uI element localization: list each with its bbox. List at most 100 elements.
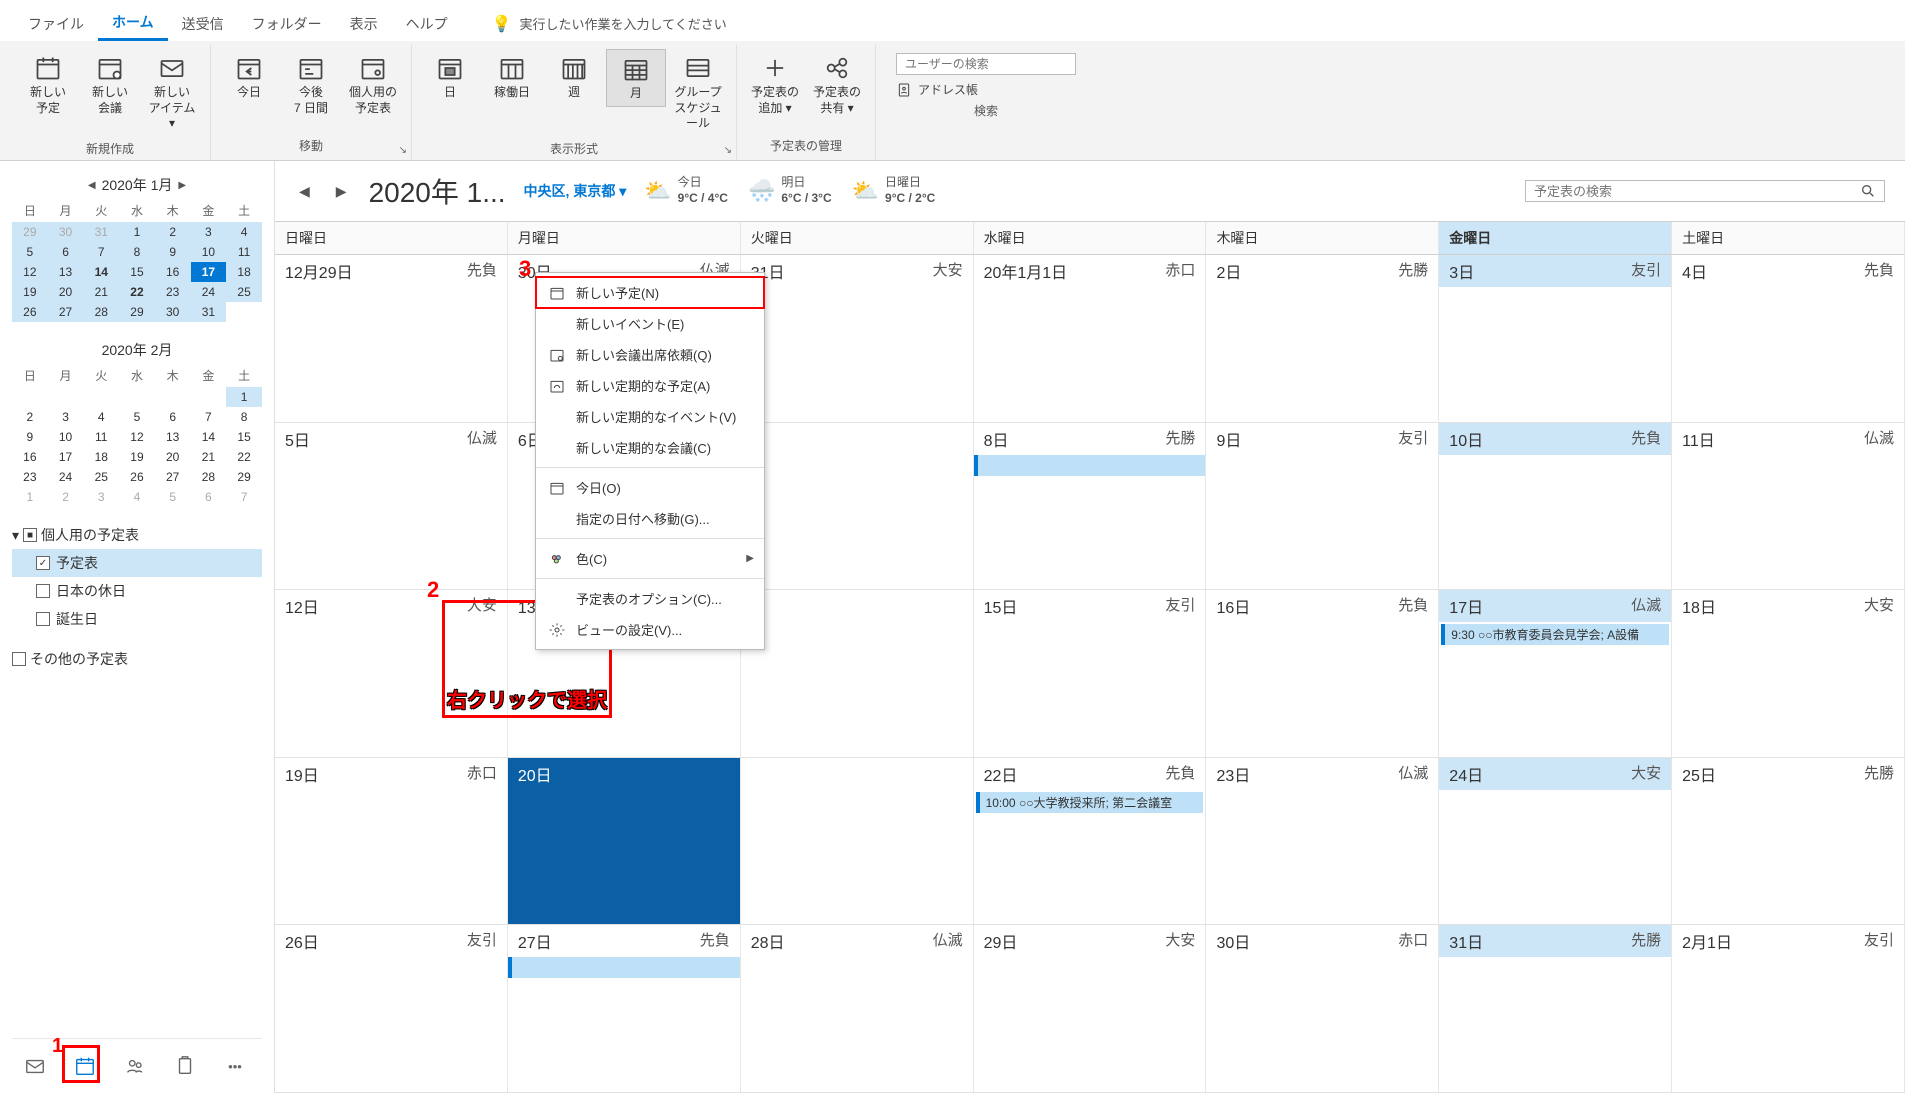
mini-cal-day[interactable]: 24 — [48, 467, 84, 487]
mini-cal-day[interactable]: 17 — [191, 262, 227, 282]
tab-help[interactable]: ヘルプ — [392, 8, 462, 40]
ctx-new-meeting[interactable]: 新しい会議出席依頼(Q) — [536, 339, 764, 370]
ctx-color[interactable]: 色(C)▶ — [536, 543, 764, 574]
mini-cal-day[interactable]: 5 — [155, 487, 191, 507]
day-cell[interactable]: 16日先負 — [1206, 590, 1439, 757]
mini-cal-day[interactable]: 10 — [48, 427, 84, 447]
day-cell[interactable]: 4日先負 — [1672, 255, 1905, 422]
mini-cal-day[interactable]: 3 — [191, 222, 227, 242]
next-month-icon[interactable]: ▶ — [178, 180, 186, 191]
tab-view[interactable]: 表示 — [336, 8, 392, 40]
mini-cal-day[interactable]: 15 — [119, 262, 155, 282]
calendar-item-holiday[interactable]: 日本の休日 — [12, 577, 262, 605]
event-item[interactable]: 10:00 ○○大学教授来所; 第二会議室 — [976, 792, 1204, 813]
day-cell[interactable]: 19日赤口 — [275, 758, 508, 925]
calendar-group-personal[interactable]: ▾■個人用の予定表 — [12, 521, 262, 549]
nav-more-icon[interactable]: ••• — [222, 1053, 248, 1079]
mini-cal-day[interactable] — [119, 387, 155, 407]
calendar-item-birthday[interactable]: 誕生日 — [12, 605, 262, 633]
tab-sendrecv[interactable]: 送受信 — [168, 8, 238, 40]
mini-cal-day[interactable]: 6 — [155, 407, 191, 427]
mini-cal-day[interactable]: 5 — [12, 242, 48, 262]
day-cell[interactable] — [741, 758, 974, 925]
mini-cal-day[interactable]: 29 — [226, 467, 262, 487]
tellme-search[interactable]: 💡 実行したい作業を入力してください — [492, 14, 727, 34]
dialog-launcher-icon[interactable]: ↘ — [399, 145, 407, 156]
ctx-new-recurring-appt[interactable]: 新しい定期的な予定(A) — [536, 370, 764, 401]
ctx-new-appointment[interactable]: 新しい予定(N) — [536, 277, 764, 308]
mini-cal-day[interactable]: 31 — [83, 222, 119, 242]
mini-cal-day[interactable]: 28 — [83, 302, 119, 322]
mini-cal-day[interactable]: 30 — [155, 302, 191, 322]
day-cell[interactable]: 30日赤口 — [1206, 925, 1439, 1092]
mini-cal-day[interactable]: 10 — [191, 242, 227, 262]
mini-cal-day[interactable]: 1 — [12, 487, 48, 507]
new-meeting-button[interactable]: 新しい 会議 — [80, 49, 140, 120]
mini-cal-day[interactable]: 19 — [12, 282, 48, 302]
search-calendar-input[interactable] — [1534, 184, 1860, 199]
mini-cal-day[interactable]: 23 — [12, 467, 48, 487]
day-cell[interactable]: 2日先勝 — [1206, 255, 1439, 422]
mini-cal-day[interactable]: 13 — [155, 427, 191, 447]
dialog-launcher-icon[interactable]: ↘ — [724, 145, 732, 156]
mini-cal-day[interactable]: 6 — [191, 487, 227, 507]
address-book-button[interactable]: アドレス帳 — [896, 81, 1076, 98]
view-day-button[interactable]: 日 — [420, 49, 480, 105]
mini-cal-day[interactable] — [12, 387, 48, 407]
mini-cal-day[interactable]: 12 — [12, 262, 48, 282]
day-cell[interactable]: 20日 — [508, 758, 741, 925]
day-cell[interactable]: 25日先勝 — [1672, 758, 1905, 925]
mini-cal-day[interactable]: 3 — [48, 407, 84, 427]
search-icon[interactable] — [1860, 183, 1876, 199]
mini-cal-day[interactable]: 14 — [191, 427, 227, 447]
event-bar[interactable]: A県B市へ出張; A県B市 — [508, 957, 741, 978]
view-workweek-button[interactable]: 稼働日 — [482, 49, 542, 105]
mini-cal-day[interactable]: 2 — [155, 222, 191, 242]
mini-cal-day[interactable]: 9 — [155, 242, 191, 262]
mini-cal-day[interactable]: 11 — [226, 242, 262, 262]
mini-cal-day[interactable]: 1 — [119, 222, 155, 242]
day-cell[interactable]: 29日大安 — [974, 925, 1207, 1092]
view-month-button[interactable]: 月 — [606, 49, 666, 107]
nav-people-icon[interactable] — [122, 1053, 148, 1079]
today-button[interactable]: 今日 — [219, 49, 279, 105]
mini-cal-day[interactable]: 22 — [119, 282, 155, 302]
day-cell[interactable]: 3日友引 — [1439, 255, 1672, 422]
mini-cal-day[interactable] — [155, 387, 191, 407]
mini-cal-day[interactable]: 25 — [226, 282, 262, 302]
nav-mail-icon[interactable] — [22, 1053, 48, 1079]
mini-cal-day[interactable] — [226, 302, 262, 322]
mini-cal-day[interactable]: 25 — [83, 467, 119, 487]
mini-cal-day[interactable]: 8 — [226, 407, 262, 427]
mini-cal-day[interactable]: 11 — [83, 427, 119, 447]
day-cell[interactable]: 23日仏滅 — [1206, 758, 1439, 925]
new-items-button[interactable]: 新しい アイテム ▾ — [142, 49, 202, 136]
day-cell[interactable]: 2月1日友引 — [1672, 925, 1905, 1092]
day-cell[interactable]: 31日大安 — [741, 255, 974, 422]
calendar-group-other[interactable]: その他の予定表 — [12, 645, 262, 673]
day-cell[interactable]: 22日先負10:00 ○○大学教授来所; 第二会議室 — [974, 758, 1207, 925]
mini-cal-day[interactable]: 20 — [155, 447, 191, 467]
ctx-calendar-options[interactable]: 予定表のオプション(C)... — [536, 583, 764, 614]
event-item[interactable]: 9:30 ○○市教育委員会見学会; A設備 — [1441, 624, 1669, 645]
day-cell[interactable]: 31日先勝 — [1439, 925, 1672, 1092]
tab-home[interactable]: ホーム — [98, 6, 168, 41]
event-bar[interactable]: A県B市へ出張; A県B市 — [974, 455, 1207, 476]
mini-cal-day[interactable]: 21 — [83, 282, 119, 302]
mini-cal-day[interactable]: 18 — [83, 447, 119, 467]
day-cell[interactable]: 12日大安 — [275, 590, 508, 757]
day-cell[interactable] — [741, 590, 974, 757]
calendar-item-schedule[interactable]: ✓予定表 — [12, 549, 262, 577]
mini-cal-day[interactable]: 21 — [191, 447, 227, 467]
view-week-button[interactable]: 週 — [544, 49, 604, 105]
day-cell[interactable] — [741, 423, 974, 590]
ctx-new-recurring-meeting[interactable]: 新しい定期的な会議(C) — [536, 432, 764, 463]
next-period-icon[interactable]: ▶ — [332, 181, 351, 202]
day-cell[interactable]: 9日友引 — [1206, 423, 1439, 590]
ctx-today[interactable]: 今日(O) — [536, 472, 764, 503]
mini-cal-day[interactable]: 22 — [226, 447, 262, 467]
add-calendar-button[interactable]: 予定表の 追加 ▾ — [745, 49, 805, 120]
mini-cal-day[interactable]: 7 — [226, 487, 262, 507]
day-cell[interactable]: 24日大安 — [1439, 758, 1672, 925]
mini-cal-day[interactable]: 19 — [119, 447, 155, 467]
